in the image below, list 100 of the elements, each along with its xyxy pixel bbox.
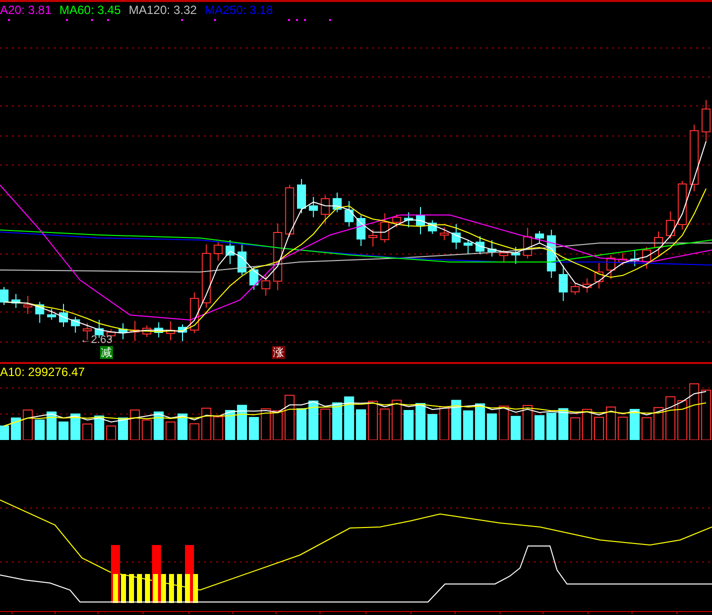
candlestick <box>308 196 318 218</box>
volume-bar <box>320 408 330 440</box>
candlestick <box>464 240 473 255</box>
volume-bar <box>308 400 318 440</box>
volume-bar <box>356 409 366 440</box>
candlestick <box>285 184 294 238</box>
candlestick <box>428 220 437 234</box>
low-price-marker: ←2.63 <box>80 334 112 346</box>
candlestick <box>380 212 390 244</box>
candlestick <box>190 292 199 334</box>
candlestick <box>332 192 342 213</box>
volume-bar <box>534 415 544 440</box>
volume-bar <box>582 408 592 440</box>
volume-bar <box>498 406 509 440</box>
volume-bar <box>213 416 224 440</box>
candlestick <box>178 324 187 342</box>
ma-legend-label: A20: 3.81 <box>0 3 52 17</box>
ma-legend-label: MA120: 3.32 <box>128 3 197 17</box>
candlestick <box>452 224 461 250</box>
volume-bar <box>22 410 33 440</box>
volume-bar <box>142 420 152 440</box>
candlestick <box>546 229 556 278</box>
ma-legend-label: MA250: 3.18 <box>204 3 273 17</box>
signal-tag: 减 <box>100 346 113 359</box>
volume-bar <box>380 408 390 440</box>
volume-bar <box>404 410 414 440</box>
candlestick <box>154 322 164 338</box>
volume-bar <box>82 424 92 440</box>
volume-bar <box>546 412 556 440</box>
volume-bar <box>272 410 283 440</box>
candlestick <box>582 278 592 294</box>
volume-bar <box>392 400 402 440</box>
volume-bar <box>106 426 116 440</box>
candlestick <box>618 252 628 266</box>
candlestick <box>0 286 8 306</box>
volume-bar <box>558 408 568 440</box>
candlestick <box>214 242 223 262</box>
volume-bar <box>606 406 616 440</box>
candlestick <box>130 320 140 342</box>
volume-bar <box>677 400 688 440</box>
candlestick <box>166 320 176 341</box>
candlestick <box>273 223 282 291</box>
volume-bar <box>260 408 271 440</box>
volume-bar <box>94 416 104 440</box>
ma-legend-label: MA60: 3.45 <box>59 3 121 17</box>
candlestick <box>606 254 616 280</box>
volume-bar <box>427 414 438 440</box>
candlestick <box>570 283 580 296</box>
volume-bar <box>451 400 462 440</box>
volume-bar <box>618 416 628 440</box>
volume-bar <box>510 416 521 440</box>
volume-bar <box>344 396 354 440</box>
signal-tag: 涨 <box>272 346 285 359</box>
candlestick <box>558 265 568 302</box>
candlestick <box>70 316 80 334</box>
candlestick <box>142 324 152 338</box>
volume-bar <box>46 412 57 440</box>
candlestick <box>476 236 484 255</box>
volume-bar <box>486 413 497 440</box>
candlestick <box>666 210 675 240</box>
candlestick <box>297 178 306 214</box>
candlestick <box>404 212 414 228</box>
candlestick <box>118 322 128 340</box>
volume-bar <box>570 417 580 440</box>
volume-bar <box>70 414 80 440</box>
volume-bar <box>665 396 676 440</box>
volume-bar <box>522 404 533 440</box>
volume-bar <box>248 416 259 440</box>
volume-bar <box>475 403 485 440</box>
volume-legend-label: A10: 299276.47 <box>0 365 85 379</box>
volume-bar <box>10 418 21 440</box>
candlestick <box>59 303 68 328</box>
candlestick <box>594 262 604 289</box>
volume-bar <box>178 414 188 440</box>
volume-bar <box>237 404 247 440</box>
volume-bar <box>34 420 45 440</box>
candlestick <box>535 230 544 244</box>
candlestick <box>261 274 270 296</box>
candlestick <box>511 246 520 264</box>
candlestick <box>320 195 330 224</box>
volume-bar <box>368 400 378 440</box>
volume-bar <box>416 403 426 440</box>
volume-bar <box>58 422 68 440</box>
candlestick <box>226 240 235 265</box>
volume-bar <box>689 383 700 440</box>
volume-bar <box>332 402 342 440</box>
candlestick <box>249 266 258 290</box>
volume-bar <box>166 422 176 440</box>
candlestick <box>202 244 211 308</box>
volume-bar <box>0 426 9 440</box>
volume-bar <box>642 417 652 440</box>
volume-bar <box>189 423 200 440</box>
volume-bar <box>225 410 236 440</box>
candlestick <box>487 240 496 258</box>
candlestick <box>47 308 56 320</box>
candlestick <box>440 226 449 241</box>
volume-bar <box>296 408 306 440</box>
candlestick <box>630 250 640 267</box>
volume-bar <box>201 408 212 440</box>
candlestick <box>690 124 699 192</box>
